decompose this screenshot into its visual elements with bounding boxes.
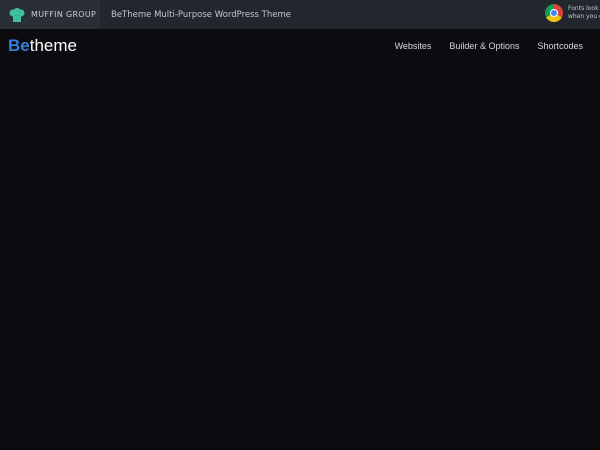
menu-shortcodes[interactable]: Shortcodes [537, 41, 583, 51]
notice-line: when you c [568, 13, 600, 20]
product-title[interactable]: BeTheme Multi-Purpose WordPress Theme [111, 10, 291, 20]
muffin-group-link[interactable]: MUFFIN GROUP [0, 0, 100, 29]
brand-name: MUFFIN GROUP [31, 10, 97, 19]
menu-websites[interactable]: Websites [395, 41, 432, 51]
notice-line: Fonts look [568, 5, 599, 12]
main-menu: Websites Builder & Options Shortcodes [395, 41, 583, 51]
betheme-logo[interactable]: Betheme [8, 36, 77, 56]
top-bar: MUFFIN GROUP BeTheme Multi-Purpose WordP… [0, 0, 600, 29]
logo-be: Be [8, 36, 30, 55]
logo-theme: theme [29, 36, 77, 55]
chrome-notice: Fonts look when you c [545, 4, 600, 22]
menu-builder-options[interactable]: Builder & Options [449, 41, 519, 51]
chrome-icon [545, 4, 563, 22]
muffin-icon [9, 7, 25, 22]
